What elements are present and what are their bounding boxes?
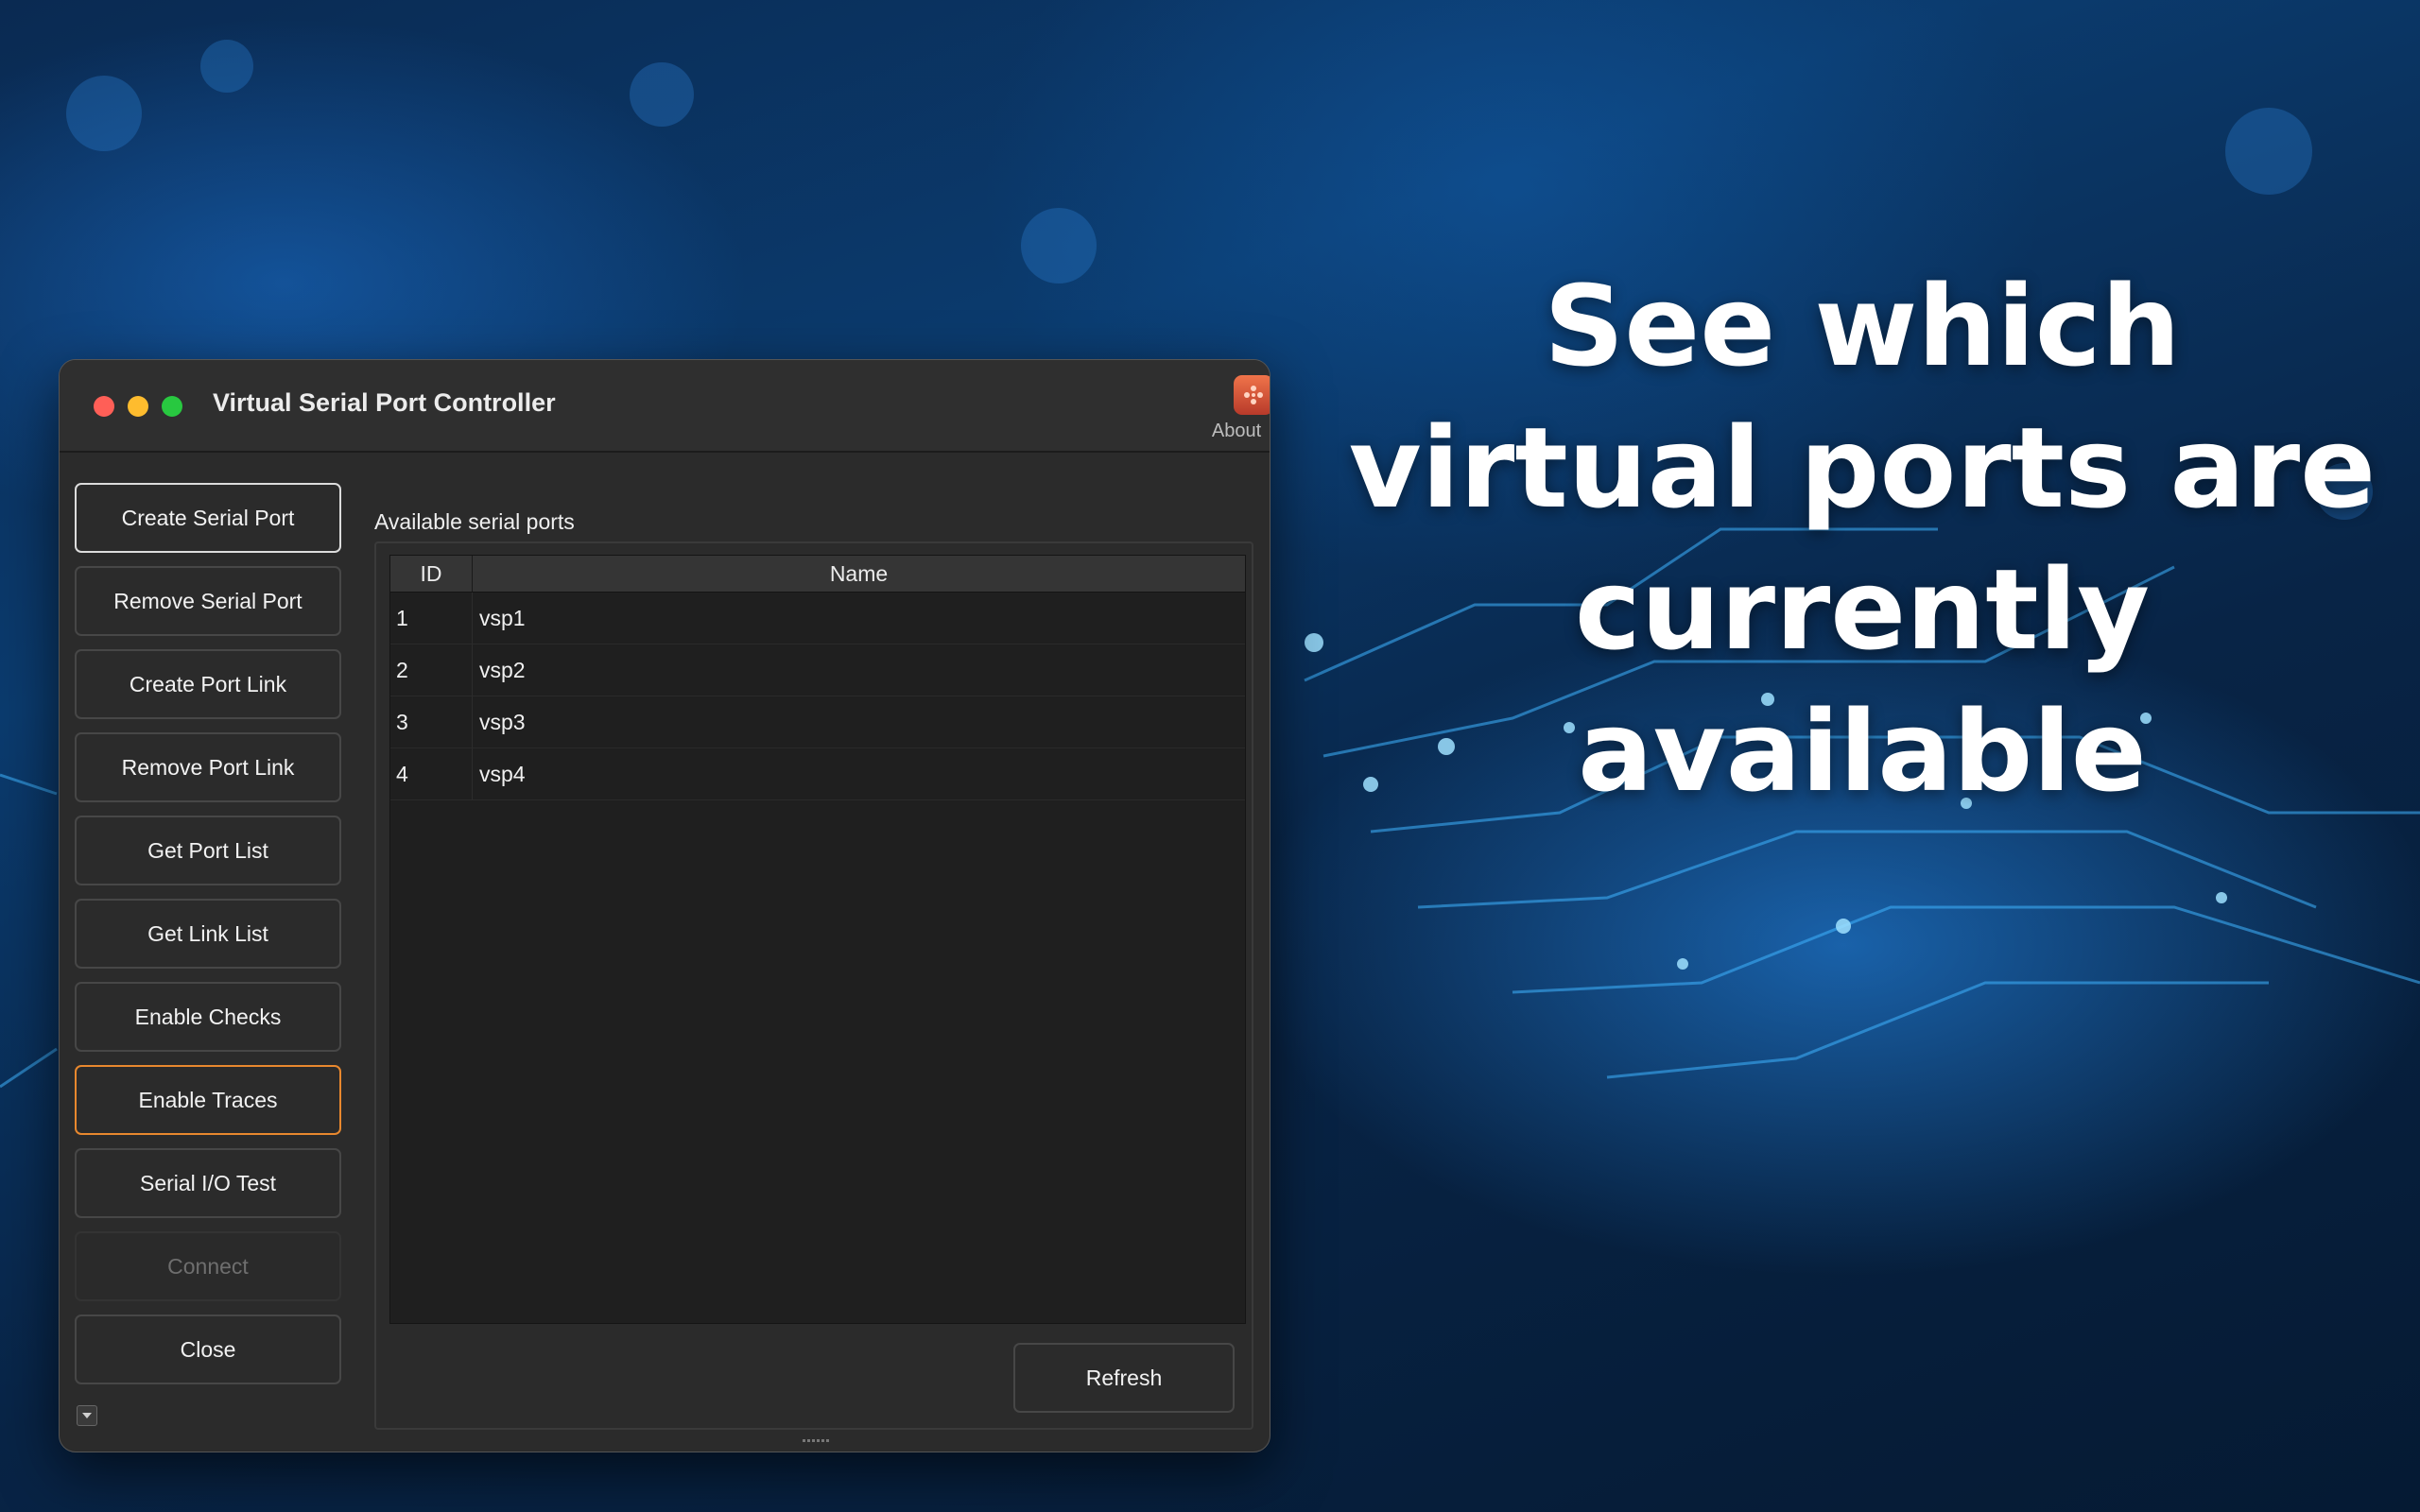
window-close-button[interactable] xyxy=(94,396,114,417)
connect-button[interactable]: Connect xyxy=(75,1231,341,1301)
port-name-cell: vsp4 xyxy=(479,762,526,786)
serial-io-test-button[interactable]: Serial I/O Test xyxy=(75,1148,341,1218)
table-row[interactable]: 3 vsp3 xyxy=(390,696,1245,748)
port-name-cell: vsp1 xyxy=(479,606,526,630)
column-header-id[interactable]: ID xyxy=(390,556,473,592)
table-row[interactable]: 1 vsp1 xyxy=(390,593,1245,644)
table-row[interactable]: 4 vsp4 xyxy=(390,748,1245,800)
window-minimize-button[interactable] xyxy=(128,396,148,417)
column-header-name[interactable]: Name xyxy=(473,556,1245,592)
chevron-down-icon[interactable] xyxy=(77,1405,97,1426)
close-button[interactable]: Close xyxy=(75,1314,341,1384)
port-id-cell: 1 xyxy=(396,606,408,630)
get-port-list-button[interactable]: Get Port List xyxy=(75,816,341,885)
enable-traces-button[interactable]: Enable Traces xyxy=(75,1065,341,1135)
port-id-cell: 4 xyxy=(396,762,408,786)
port-name-cell: vsp2 xyxy=(479,658,526,682)
refresh-button[interactable]: Refresh xyxy=(1013,1343,1235,1413)
remove-serial-port-button[interactable]: Remove Serial Port xyxy=(75,566,341,636)
ports-panel-label: Available serial ports xyxy=(374,509,575,534)
about-label: About xyxy=(1211,421,1262,441)
title-bar: Virtual Serial Port Controller About xyxy=(60,360,1270,453)
table-header: ID Name xyxy=(390,556,1245,593)
table-row[interactable]: 2 vsp2 xyxy=(390,644,1245,696)
port-id-cell: 3 xyxy=(396,710,408,734)
port-name-cell: vsp3 xyxy=(479,710,526,734)
app-logo-icon xyxy=(1234,375,1270,415)
enable-checks-button[interactable]: Enable Checks xyxy=(75,982,341,1052)
ports-panel: ID Name 1 vsp1 2 vsp2 3 vsp3 4 vsp4 Refr… xyxy=(374,541,1253,1430)
app-window: Virtual Serial Port Controller About Cre… xyxy=(59,359,1270,1452)
create-serial-port-button[interactable]: Create Serial Port xyxy=(75,483,341,553)
create-port-link-button[interactable]: Create Port Link xyxy=(75,649,341,719)
remove-port-link-button[interactable]: Remove Port Link xyxy=(75,732,341,802)
window-maximize-button[interactable] xyxy=(162,396,182,417)
get-link-list-button[interactable]: Get Link List xyxy=(75,899,341,969)
window-title: Virtual Serial Port Controller xyxy=(213,388,556,417)
ports-table[interactable]: ID Name 1 vsp1 2 vsp2 3 vsp3 4 vsp4 xyxy=(389,555,1246,1324)
about-button[interactable]: About xyxy=(1184,375,1270,441)
marketing-headline: See which virtual ports are currently av… xyxy=(1348,261,2377,816)
resize-grip[interactable] xyxy=(803,1430,831,1442)
port-id-cell: 2 xyxy=(396,658,408,682)
